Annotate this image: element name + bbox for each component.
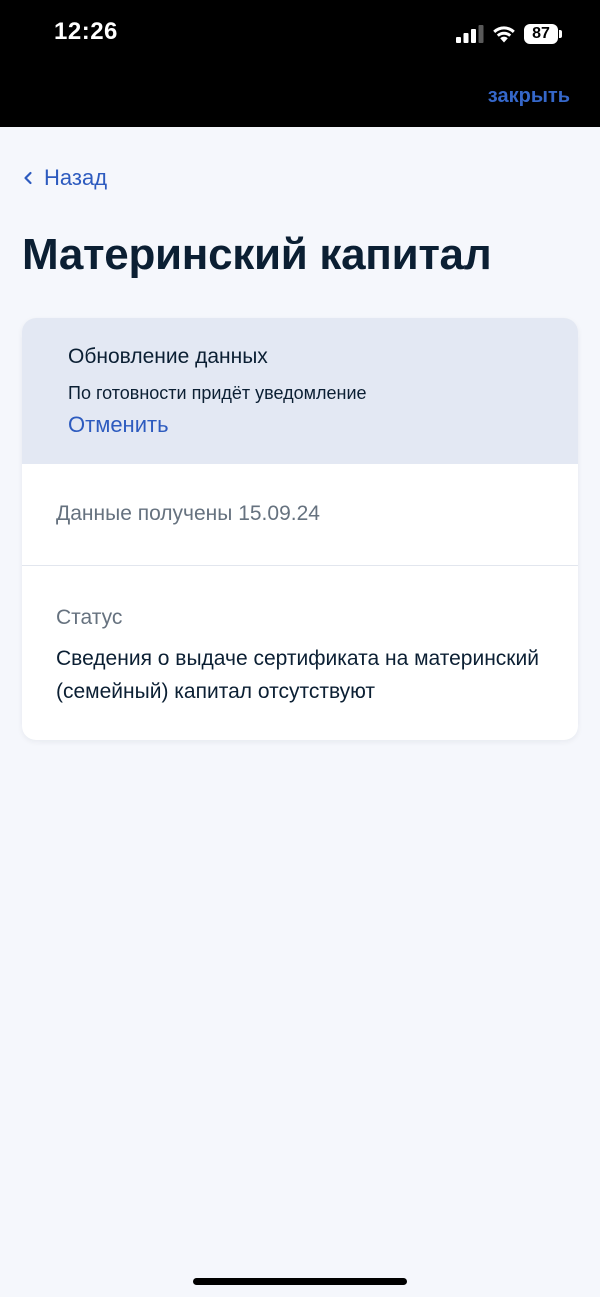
notice-subtitle: По готовности придёт уведомление [68,383,367,403]
status-value: Сведения о выдаче сертификата на материн… [56,647,539,703]
data-received-date: Данные получены 15.09.24 [56,502,320,525]
back-button[interactable]: Назад [22,165,107,191]
chevron-left-icon [24,171,32,185]
battery-cap [559,30,562,38]
update-notice: Обновление данных По готовности придёт у… [22,318,578,464]
cancel-update-button[interactable]: Отменить [68,412,169,438]
home-indicator[interactable] [193,1278,407,1285]
status-icons: 87 [456,22,562,46]
info-card: Обновление данных По готовности придёт у… [22,318,578,740]
status-label: Статус [56,606,123,629]
battery-level: 87 [524,24,558,44]
wifi-icon [493,26,515,43]
notice-title: Обновление данных [68,345,268,368]
signal-icon [456,25,484,43]
data-received-row: Данные получены 15.09.24 [22,464,578,566]
back-label: Назад [44,165,108,190]
top-bar: 12:26 87 закрыть [0,0,600,127]
battery-icon: 87 [524,23,562,45]
close-button[interactable]: закрыть [488,85,570,108]
page-title: Материнский капитал [22,230,492,279]
status-time: 12:26 [54,18,118,45]
